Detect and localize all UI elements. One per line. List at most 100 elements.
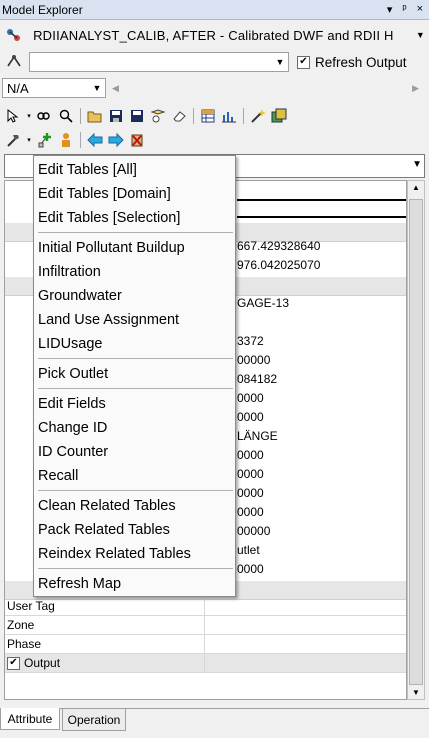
menu-item-groundwater[interactable]: Groundwater: [38, 285, 233, 307]
grid-row-zone[interactable]: Zone: [5, 616, 406, 635]
hammer-icon[interactable]: [4, 131, 22, 149]
grid-row-user-tag[interactable]: User Tag: [5, 597, 406, 616]
delete-icon[interactable]: [128, 131, 146, 149]
dropdown-small-icon[interactable]: ▾: [25, 131, 33, 149]
menu-item-edit-tables-selection[interactable]: Edit Tables [Selection]: [38, 207, 233, 229]
grid-value: GAGE-13: [237, 296, 290, 310]
select-arrow-icon[interactable]: [4, 107, 22, 125]
scrollbar-thumb[interactable]: [409, 199, 423, 685]
grid-row-phase[interactable]: Phase: [5, 635, 406, 654]
scenario-row: ▼ ✔ Refresh Output: [0, 50, 429, 74]
model-icon: [3, 25, 24, 45]
dropdown-icon[interactable]: ▾: [387, 3, 393, 16]
chevron-down-icon[interactable]: ▼: [89, 79, 105, 97]
toolbar-secondary: ▾: [0, 129, 429, 151]
tab-attribute[interactable]: Attribute: [0, 708, 60, 730]
output-label: Output: [24, 656, 61, 670]
search-icon[interactable]: [57, 107, 75, 125]
toolbar-separator: [243, 108, 244, 124]
grid-value: 976.042025070: [237, 258, 321, 272]
add-node-icon[interactable]: [36, 131, 54, 149]
filter-row: N/A ▼ ◀ ▶: [0, 77, 429, 99]
save-as-icon[interactable]: [128, 107, 146, 125]
map-layers-icon[interactable]: [270, 107, 288, 125]
grid-value: 0000: [237, 448, 264, 462]
grid-value: 084182: [237, 372, 278, 386]
menu-item-infiltration[interactable]: Infiltration: [38, 261, 233, 283]
toolbar-separator: [80, 132, 81, 148]
open-folder-icon[interactable]: [86, 107, 104, 125]
menu-item-edit-fields[interactable]: Edit Fields: [38, 393, 233, 415]
chevron-left-icon[interactable]: ◀: [112, 83, 119, 94]
menu-separator: [38, 358, 233, 359]
filter-selector[interactable]: N/A ▼: [2, 78, 106, 98]
toolbar-separator: [193, 108, 194, 124]
chevron-down-icon[interactable]: ▼: [272, 53, 288, 71]
menu-item-refresh-map[interactable]: Refresh Map: [38, 573, 233, 595]
model-selector-value: RDIIANALYST_CALIB, AFTER - Calibrated DW…: [33, 27, 394, 43]
wand-icon[interactable]: [249, 107, 267, 125]
menu-item-change-id[interactable]: Change ID: [38, 417, 233, 439]
grid-value: 00000: [237, 524, 271, 538]
title-bar: Model Explorer ▾ ᵖ ×: [0, 0, 429, 20]
menu-separator: [38, 490, 233, 491]
refresh-output-checkbox[interactable]: ✔: [297, 55, 310, 69]
model-row: RDIIANALYST_CALIB, AFTER - Calibrated DW…: [0, 22, 429, 48]
chevron-right-icon[interactable]: ▶: [412, 83, 419, 94]
link-icon[interactable]: [36, 107, 54, 125]
grid-scrollbar[interactable]: ▲ ▼: [407, 180, 425, 700]
scenario-selector[interactable]: ▼: [29, 52, 289, 72]
grid-value: utlet: [237, 543, 260, 557]
grid-value: 0000: [237, 467, 264, 481]
filter-selector-value: N/A: [7, 80, 29, 96]
grid-header-line: [237, 199, 406, 201]
grid-value: 0000: [237, 391, 264, 405]
chevron-down-icon[interactable]: ▼: [412, 159, 422, 170]
menu-item-lidusage[interactable]: LIDUsage: [38, 333, 233, 355]
menu-item-pack-related-tables[interactable]: Pack Related Tables: [38, 519, 233, 541]
dropdown-small-icon[interactable]: ▾: [25, 107, 33, 125]
menu-item-recall[interactable]: Recall: [38, 465, 233, 487]
grid-row-output-cell: ✔ Output: [5, 654, 205, 672]
scroll-up-icon[interactable]: ▲: [412, 183, 420, 192]
person-icon[interactable]: [57, 131, 75, 149]
menu-item-edit-tables-all[interactable]: Edit Tables [All]: [38, 159, 233, 181]
menu-item-clean-related-tables[interactable]: Clean Related Tables: [38, 495, 233, 517]
chevron-down-icon[interactable]: ▼: [412, 26, 429, 44]
grid-value: 0000: [237, 562, 264, 576]
menu-item-pick-outlet[interactable]: Pick Outlet: [38, 363, 233, 385]
output-checkbox[interactable]: ✔: [7, 656, 20, 670]
menu-item-initial-pollutant-buildup[interactable]: Initial Pollutant Buildup: [38, 237, 233, 259]
menu-item-reindex-related-tables[interactable]: Reindex Related Tables: [38, 543, 233, 565]
context-menu: Edit Tables [All] Edit Tables [Domain] E…: [33, 155, 236, 597]
pin-icon[interactable]: ᵖ: [402, 3, 406, 16]
tab-operation[interactable]: Operation: [62, 709, 126, 731]
grid-row-label: Zone: [5, 616, 205, 634]
toolbar-primary: ▾: [0, 105, 429, 127]
model-selector[interactable]: RDIIANALYST_CALIB, AFTER - Calibrated DW…: [28, 25, 412, 45]
menu-item-edit-tables-domain[interactable]: Edit Tables [Domain]: [38, 183, 233, 205]
grid-row-output[interactable]: ✔ Output: [5, 654, 406, 673]
scenario-icon: [3, 54, 25, 70]
grid-value: 0000: [237, 486, 264, 500]
grid-row-label: Phase: [5, 635, 205, 653]
table-icon[interactable]: [199, 107, 217, 125]
bottom-tab-strip: Attribute Operation: [0, 708, 429, 731]
grid-value: 0000: [237, 410, 264, 424]
grid-value: 667.429328640: [237, 239, 321, 253]
menu-item-id-counter[interactable]: ID Counter: [38, 441, 233, 463]
eraser-icon[interactable]: [170, 107, 188, 125]
save-icon[interactable]: [107, 107, 125, 125]
close-icon[interactable]: ×: [417, 3, 423, 16]
menu-item-land-use-assignment[interactable]: Land Use Assignment: [38, 309, 233, 331]
chart-icon[interactable]: [220, 107, 238, 125]
layer-icon[interactable]: [149, 107, 167, 125]
grid-value: LÄNGE: [237, 429, 278, 443]
menu-separator: [38, 568, 233, 569]
grid-row-label: User Tag: [5, 597, 205, 615]
scroll-down-icon[interactable]: ▼: [412, 688, 420, 697]
menu-separator: [38, 232, 233, 233]
arrow-left-icon[interactable]: [86, 131, 104, 149]
arrow-right-icon[interactable]: [107, 131, 125, 149]
grid-value: 3372: [237, 334, 264, 348]
